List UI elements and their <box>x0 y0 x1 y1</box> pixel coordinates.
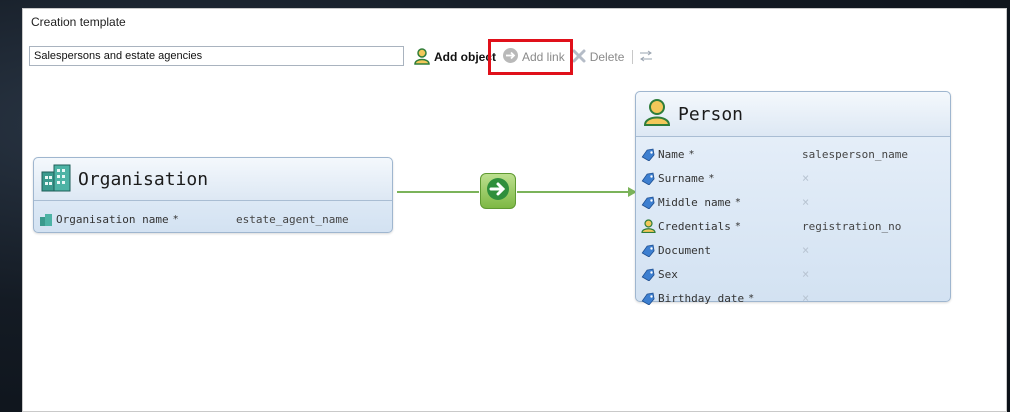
organisation-node[interactable]: Organisation Organisation name * estate_… <box>33 157 393 233</box>
attribute-name: Sex <box>658 267 678 281</box>
add-person-icon <box>413 47 431 68</box>
link-arrow-icon <box>485 176 511 207</box>
empty-value-icon: × <box>802 291 810 305</box>
attribute-name: Middle name <box>658 195 731 209</box>
empty-value-icon: × <box>802 195 810 209</box>
tag-icon <box>640 267 656 281</box>
tag-icon <box>640 147 656 161</box>
link-node[interactable] <box>480 173 516 209</box>
attribute-row[interactable]: Credentials * registration_no <box>636 214 950 238</box>
required-mark: * <box>172 214 179 225</box>
attribute-name: Document <box>658 243 711 257</box>
empty-value-icon: × <box>802 243 810 257</box>
attribute-name: Organisation name <box>56 213 169 226</box>
person-icon <box>642 97 672 132</box>
tag-icon <box>640 171 656 185</box>
required-mark: * <box>748 292 755 304</box>
attribute-value: registration_no <box>802 219 902 233</box>
add-object-label: Add object <box>434 50 496 64</box>
toolbar-separator <box>632 50 634 64</box>
attribute-row[interactable]: Sex × <box>636 262 950 286</box>
empty-value-icon: × <box>802 267 810 281</box>
add-object-button[interactable]: Add object <box>413 47 496 68</box>
tag-icon <box>640 291 656 305</box>
attribute-name: Credentials <box>658 219 731 233</box>
tag-icon <box>640 243 656 257</box>
attribute-name: Surname <box>658 171 705 185</box>
required-mark: * <box>688 148 695 160</box>
building-icon <box>40 162 72 197</box>
attribute-row[interactable]: Surname * × <box>636 166 950 190</box>
template-name-input[interactable] <box>29 46 404 66</box>
person-header: Person <box>636 92 950 137</box>
delete-button[interactable]: Delete <box>571 48 625 67</box>
building-small-icon <box>38 213 54 227</box>
person-attributes: Name * salesperson_name Surname * × Middle nam… <box>636 137 950 310</box>
attribute-value: salesperson_name <box>802 147 908 161</box>
attribute-row[interactable]: Birthday date * × <box>636 286 950 310</box>
empty-value-icon: × <box>802 171 810 185</box>
person-title: Person <box>678 103 744 125</box>
person-icon <box>640 219 656 233</box>
add-link-highlight <box>488 39 573 75</box>
required-mark: * <box>734 220 741 232</box>
person-node[interactable]: Person Name * salesperson_name Surname * × Mid… <box>635 91 951 305</box>
attribute-value: estate_agent_name <box>236 213 349 226</box>
attribute-name: Name <box>658 147 685 161</box>
tag-icon <box>640 195 656 209</box>
required-mark: * <box>708 172 715 184</box>
organisation-header: Organisation <box>34 158 392 201</box>
swap-button[interactable] <box>639 50 653 65</box>
attribute-name: Birthday date <box>658 291 745 305</box>
swap-arrows-icon <box>639 50 653 65</box>
delete-label: Delete <box>589 50 625 64</box>
delete-x-icon <box>571 48 587 67</box>
attribute-row[interactable]: Document × <box>636 238 950 262</box>
required-mark: * <box>734 196 741 208</box>
organisation-title: Organisation <box>78 168 209 190</box>
link-connector <box>397 187 637 197</box>
attribute-row[interactable]: Name * salesperson_name <box>636 142 950 166</box>
creation-template-panel: Creation template Add object Add link <box>22 8 1007 412</box>
attribute-row[interactable]: Organisation name * estate_agent_name <box>34 211 392 228</box>
attribute-row[interactable]: Middle name * × <box>636 190 950 214</box>
panel-title: Creation template <box>31 15 126 29</box>
